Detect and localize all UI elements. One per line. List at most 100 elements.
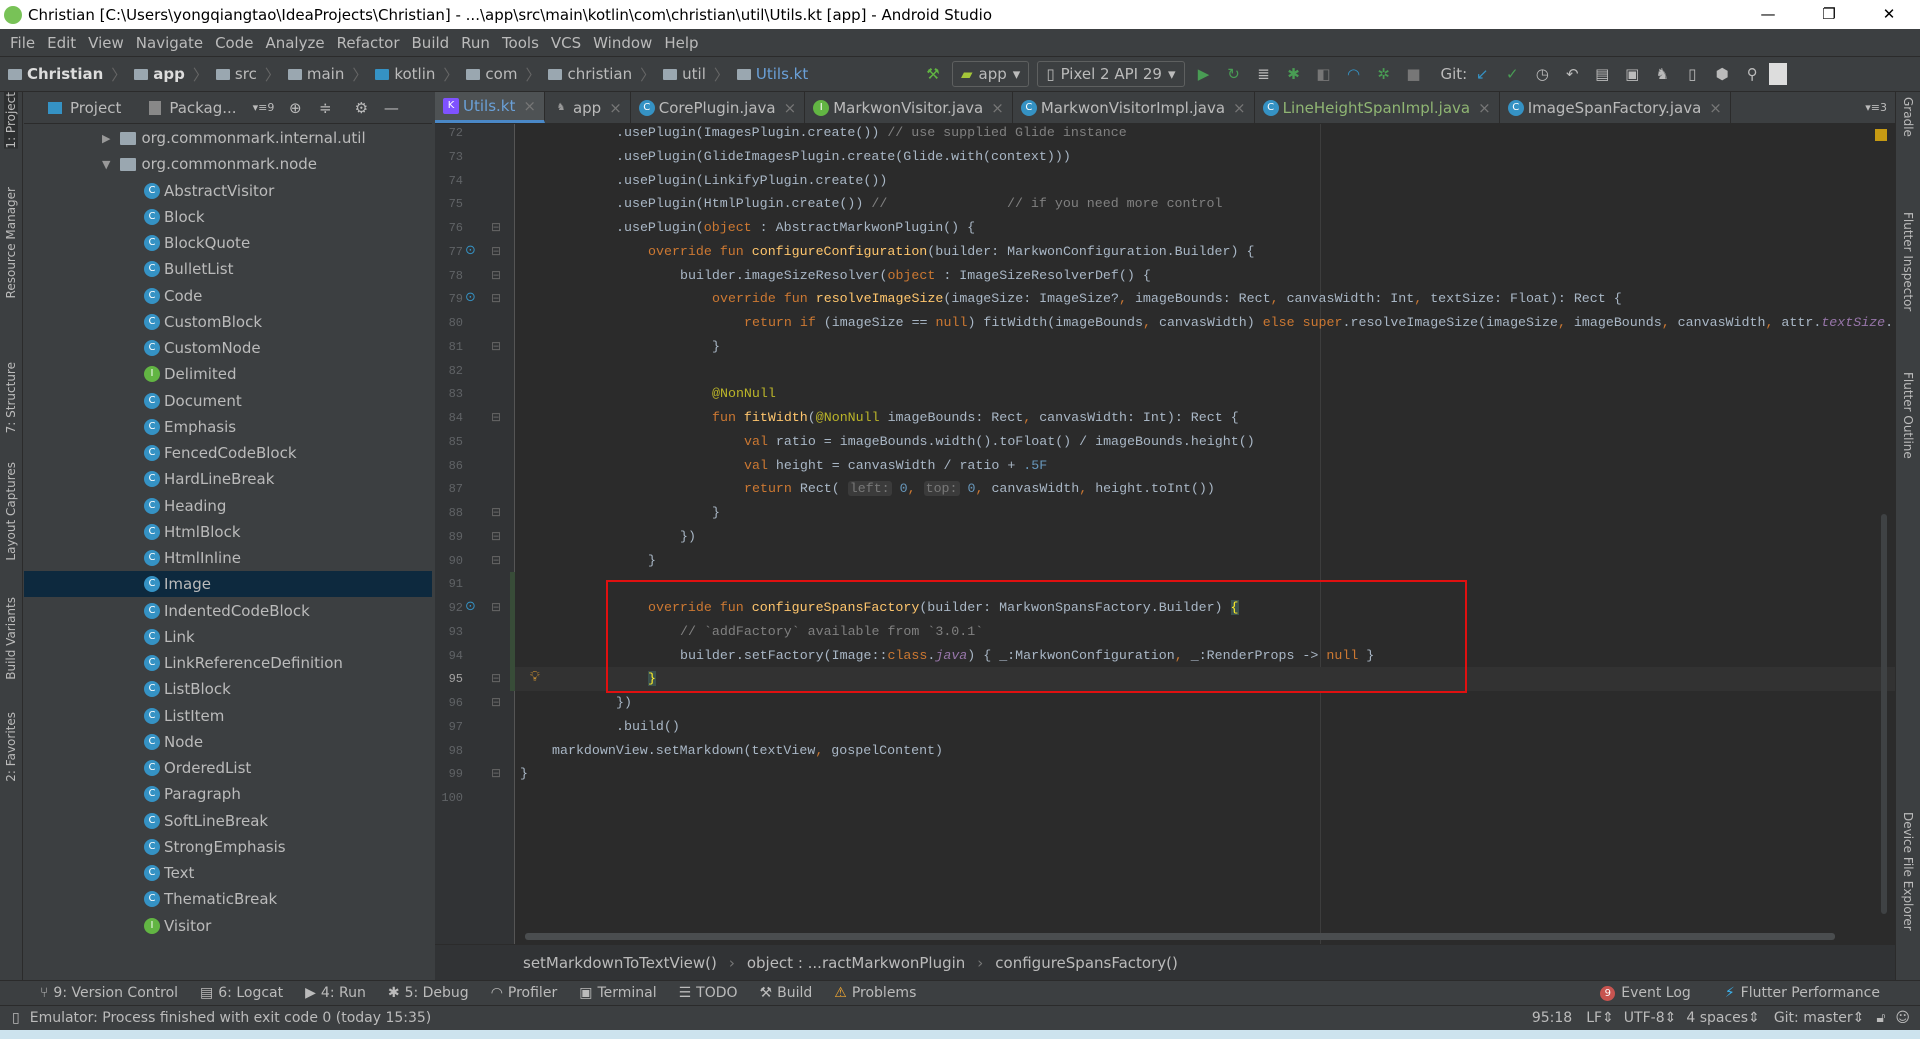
close-tab-icon[interactable]: ×: [1233, 99, 1246, 117]
menu-analyze[interactable]: Analyze: [265, 34, 324, 52]
apply-changes-icon[interactable]: ↻: [1221, 61, 1247, 87]
tree-item[interactable]: C Node: [24, 729, 432, 755]
maximize-button[interactable]: ❐: [1806, 0, 1852, 29]
fold-marker-icon[interactable]: ⊟: [491, 268, 501, 282]
fold-marker-icon[interactable]: ⊟: [491, 695, 501, 709]
breadcrumb-item[interactable]: christian 〉: [548, 64, 655, 85]
tool-strip-flutter-inspector[interactable]: Flutter Inspector: [1901, 212, 1915, 311]
collapse-all-icon[interactable]: ≑: [312, 95, 338, 121]
minimize-button[interactable]: —: [1745, 0, 1791, 29]
avd-manager-icon[interactable]: ▯: [1679, 61, 1705, 87]
tab-markwonvisitor-java[interactable]: I MarkwonVisitor.java ×: [805, 92, 1013, 123]
tree-package[interactable]: ▶org.commonmark.parser: [24, 939, 432, 945]
editor-breadcrumb-item[interactable]: object : ...ractMarkwonPlugin: [747, 954, 965, 972]
tree-item[interactable]: C BulletList: [24, 256, 432, 282]
tool-strip-7-structure[interactable]: 7: Structure: [4, 362, 18, 433]
fold-marker-icon[interactable]: ⊟: [491, 529, 501, 543]
tree-package[interactable]: ▼ org.commonmark.node: [24, 151, 432, 177]
terminal-window-icon[interactable]: ▣: [1619, 61, 1645, 87]
menu-file[interactable]: File: [10, 34, 35, 52]
tab-lineheightspanimpl-java[interactable]: C LineHeightSpanImpl.java ×: [1255, 92, 1500, 123]
tool-strip-layout-captures[interactable]: Layout Captures: [4, 462, 18, 561]
editor-breadcrumb-item[interactable]: setMarkdownToTextView(): [523, 954, 717, 972]
tool-window-terminal[interactable]: ▣ Terminal: [579, 985, 656, 1001]
vcs-change-marker[interactable]: [510, 596, 515, 620]
fold-marker-icon[interactable]: ⊟: [491, 600, 501, 614]
breadcrumb-item[interactable]: util 〉: [663, 64, 729, 85]
run-icon[interactable]: ▶: [1191, 61, 1217, 87]
fold-marker-icon[interactable]: ⊟: [491, 244, 501, 258]
inspector-icon[interactable]: ☺: [1895, 1010, 1910, 1026]
fold-marker-icon[interactable]: ⊟: [491, 410, 501, 424]
breadcrumb-item[interactable]: main 〉: [287, 64, 367, 85]
tree-package[interactable]: ▶ org.commonmark.internal.util: [24, 125, 432, 151]
tool-window-4-run[interactable]: ▶ 4: Run: [305, 985, 366, 1001]
close-button[interactable]: ✕: [1866, 0, 1912, 29]
git-commit-icon[interactable]: ✓: [1499, 61, 1525, 87]
tree-item[interactable]: I Delimited: [24, 361, 432, 387]
tree-item[interactable]: C Link: [24, 624, 432, 650]
fold-marker-icon[interactable]: ⊟: [491, 291, 501, 305]
menu-tools[interactable]: Tools: [502, 34, 539, 52]
breadcrumb-item[interactable]: com 〉: [466, 64, 540, 85]
expand-arrow-icon[interactable]: ▼: [102, 158, 110, 171]
expand-arrow-icon[interactable]: ▶: [102, 132, 110, 145]
fold-marker-icon[interactable]: ⊟: [491, 671, 501, 685]
tool-strip-build-variants[interactable]: Build Variants: [4, 597, 18, 680]
tree-item[interactable]: C ListItem: [24, 703, 432, 729]
debug-icon[interactable]: ✱: [1281, 61, 1307, 87]
tool-strip-flutter-outline[interactable]: Flutter Outline: [1901, 372, 1915, 459]
attach-debugger-icon[interactable]: ◧: [1311, 61, 1337, 87]
profiler-icon[interactable]: ◠: [1341, 61, 1367, 87]
attach-icon[interactable]: ✲: [1371, 61, 1397, 87]
lock-icon[interactable]: 🔓︎: [1876, 1010, 1885, 1026]
project-structure-icon[interactable]: ▤: [1589, 61, 1615, 87]
menu-build[interactable]: Build: [412, 34, 450, 52]
device-select[interactable]: ▯ Pixel 2 API 29 ▾: [1037, 61, 1185, 87]
tree-item[interactable]: C Text: [24, 860, 432, 886]
tool-strip-resource-manager[interactable]: Resource Manager: [4, 187, 18, 298]
tree-item[interactable]: C Block: [24, 204, 432, 230]
menu-view[interactable]: View: [88, 34, 124, 52]
tab-utils-kt[interactable]: K Utils.kt ×: [435, 92, 545, 123]
tree-item[interactable]: C OrderedList: [24, 755, 432, 781]
tool-window-todo[interactable]: ☰ TODO: [679, 985, 738, 1001]
status-message[interactable]: Emulator: Process finished with exit cod…: [30, 1010, 432, 1026]
tree-item[interactable]: C HtmlBlock: [24, 519, 432, 545]
hammer-build-icon[interactable]: ⚒: [920, 61, 946, 87]
apply-code-changes-icon[interactable]: ≣: [1251, 61, 1277, 87]
tab-overflow-button[interactable]: ▾≡3: [1865, 101, 1887, 114]
tool-strip-1-project[interactable]: 1: Project: [4, 92, 18, 149]
tree-item[interactable]: C Image: [24, 571, 432, 598]
vcs-change-marker[interactable]: [510, 643, 515, 668]
fold-marker-icon[interactable]: ⊟: [491, 766, 501, 780]
tree-item[interactable]: I Visitor: [24, 913, 432, 939]
close-tab-icon[interactable]: ×: [1709, 99, 1722, 117]
file-encoding[interactable]: UTF-8: [1624, 1010, 1665, 1026]
rollback-icon[interactable]: ↶: [1559, 61, 1585, 87]
history-icon[interactable]: ◷: [1529, 61, 1555, 87]
menu-navigate[interactable]: Navigate: [136, 34, 203, 52]
menu-window[interactable]: Window: [593, 34, 652, 52]
close-tab-icon[interactable]: ×: [1478, 99, 1491, 117]
tree-item[interactable]: C CustomBlock: [24, 309, 432, 335]
overrides-method-icon[interactable]: ⊙: [465, 599, 476, 614]
tool-window-build[interactable]: ⚒ Build: [760, 985, 813, 1001]
tree-item[interactable]: C ListBlock: [24, 676, 432, 702]
vertical-scrollbar[interactable]: [1881, 514, 1887, 914]
tool-window-problems[interactable]: ⚠ Problems: [834, 985, 916, 1001]
menu-refactor[interactable]: Refactor: [337, 34, 400, 52]
horizontal-scrollbar[interactable]: [525, 933, 1835, 940]
hide-panel-icon[interactable]: —: [378, 95, 404, 121]
fold-marker-icon[interactable]: ⊟: [491, 505, 501, 519]
caret-position[interactable]: 95:18: [1532, 1010, 1572, 1026]
breadcrumb-item[interactable]: app 〉: [134, 64, 208, 85]
sdk-manager-icon[interactable]: ⬢: [1709, 61, 1735, 87]
menu-vcs[interactable]: VCS: [551, 34, 581, 52]
tree-item[interactable]: C Emphasis: [24, 414, 432, 440]
search-icon[interactable]: ⚲: [1739, 61, 1765, 87]
tree-item[interactable]: C Paragraph: [24, 781, 432, 807]
tree-item[interactable]: C HardLineBreak: [24, 466, 432, 492]
tree-item[interactable]: C CustomNode: [24, 335, 432, 361]
tree-item[interactable]: C IndentedCodeBlock: [24, 598, 432, 624]
